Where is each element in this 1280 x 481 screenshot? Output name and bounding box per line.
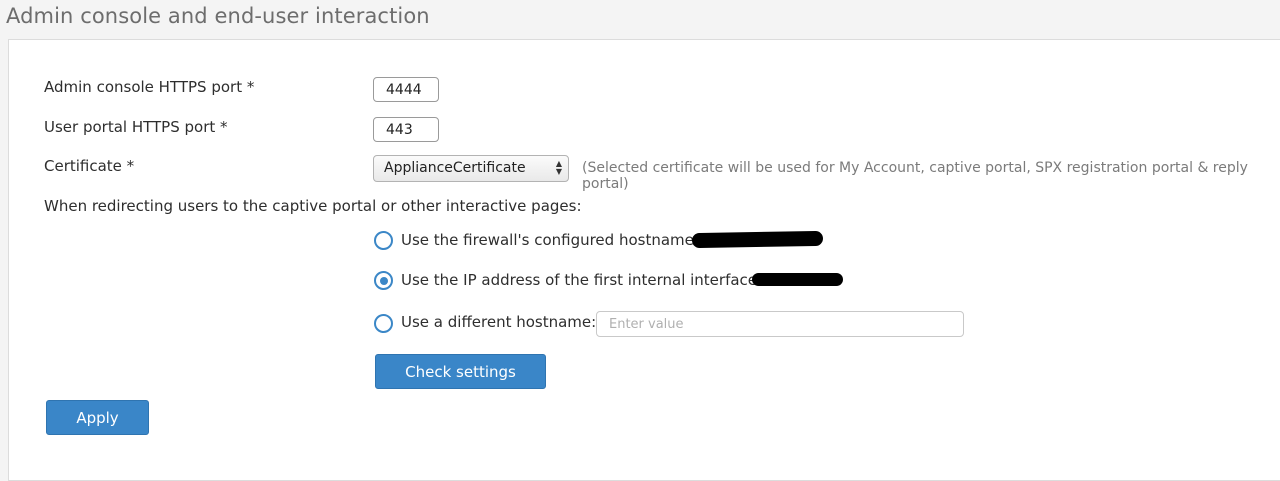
certificate-select[interactable]: ApplianceCertificate ▲ ▼ — [373, 155, 569, 182]
section-title: Admin console and end-user interaction — [6, 4, 430, 28]
select-arrows-icon: ▲ ▼ — [555, 159, 562, 176]
admin-port-input[interactable] — [373, 77, 439, 102]
user-port-label: User portal HTTPS port * — [44, 118, 228, 136]
certificate-hint: (Selected certificate will be used for M… — [582, 160, 1248, 192]
radio-first-internal-ip[interactable] — [374, 271, 393, 290]
redacted-ip-address — [752, 273, 843, 286]
radio-different-hostname-label[interactable]: Use a different hostname: — [401, 313, 596, 331]
certificate-label: Certificate * — [44, 157, 135, 175]
radio-configured-hostname-label[interactable]: Use the firewall's configured hostname: — [401, 231, 699, 249]
radio-different-hostname[interactable] — [374, 314, 393, 333]
settings-panel — [8, 39, 1280, 481]
user-port-input[interactable] — [373, 117, 439, 142]
radio-first-internal-ip-label[interactable]: Use the IP address of the first internal… — [401, 271, 762, 289]
apply-button[interactable]: Apply — [46, 400, 149, 435]
different-hostname-input[interactable] — [596, 311, 964, 337]
admin-port-label: Admin console HTTPS port * — [44, 78, 255, 96]
check-settings-button[interactable]: Check settings — [375, 354, 546, 389]
certificate-selected-value: ApplianceCertificate — [384, 160, 526, 176]
redacted-hostname — [691, 230, 824, 249]
redirect-label: When redirecting users to the captive po… — [44, 197, 582, 215]
radio-configured-hostname[interactable] — [374, 231, 393, 250]
